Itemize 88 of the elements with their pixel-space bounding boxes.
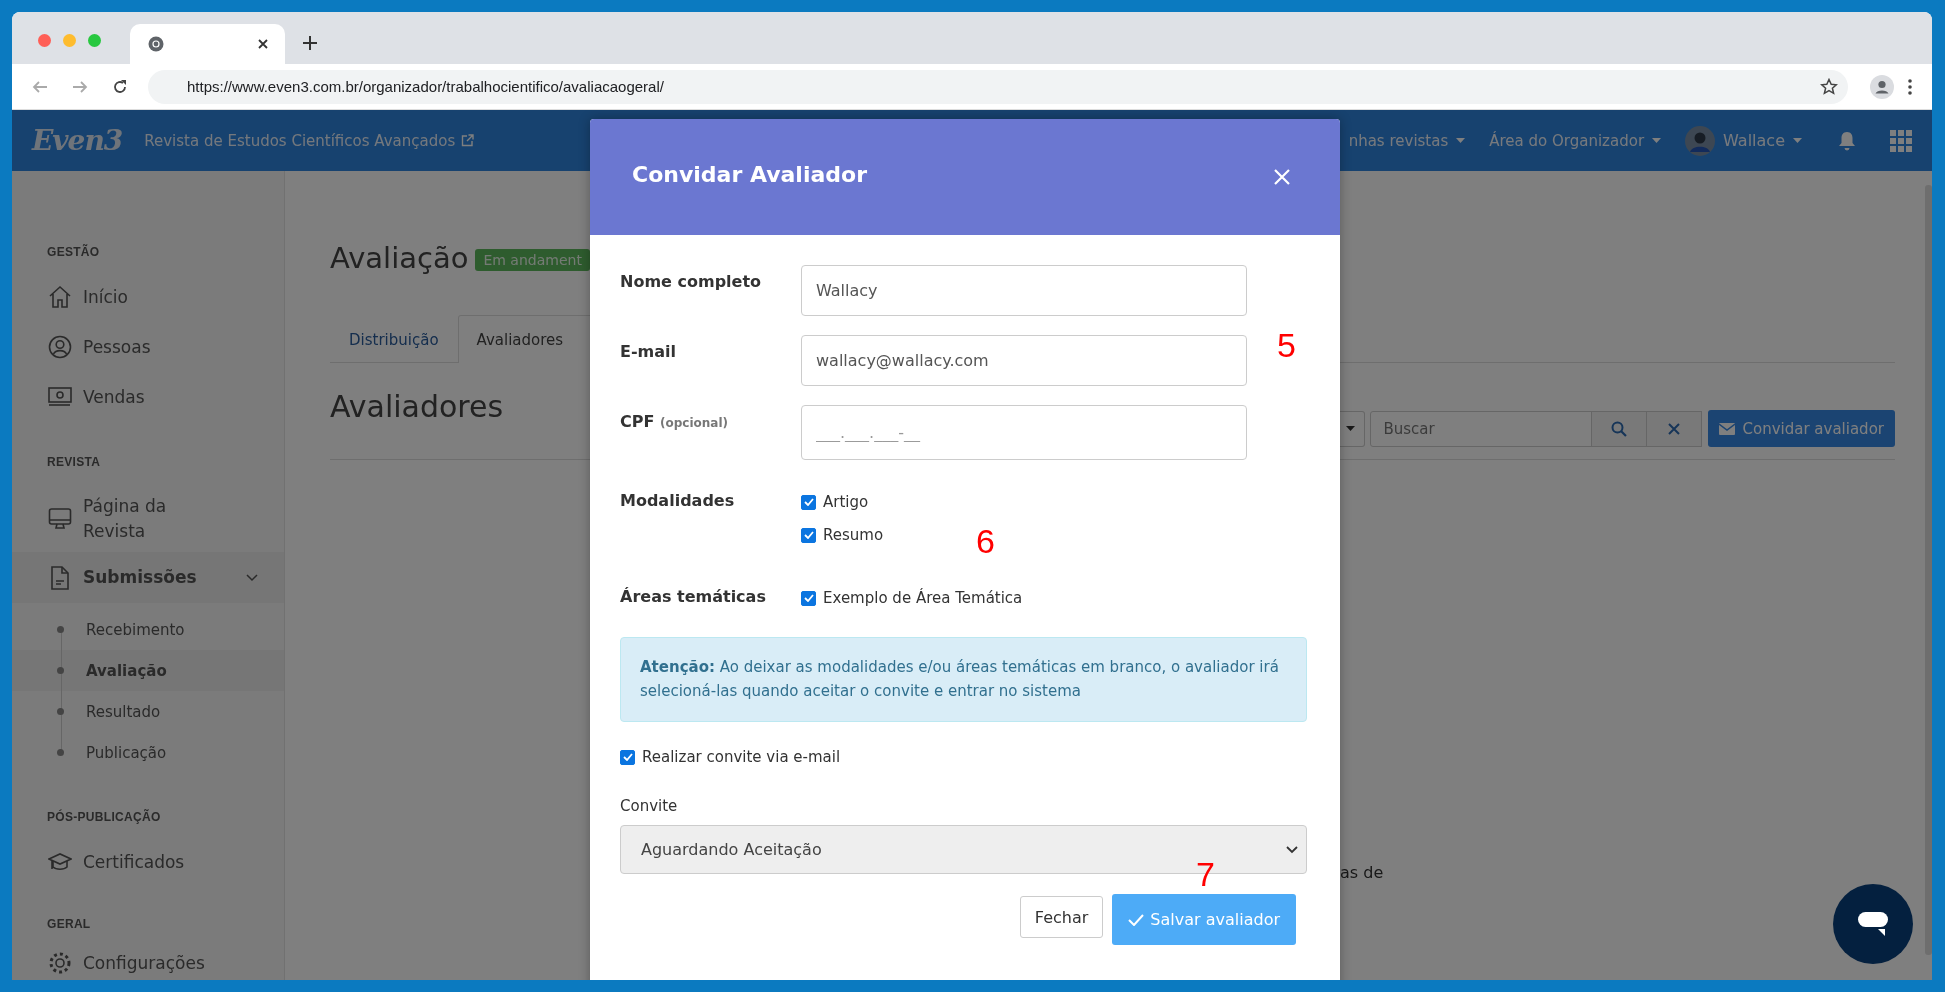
input-field[interactable]: Wallacy (801, 265, 1247, 316)
sidebar-item[interactable]: Início (12, 272, 284, 322)
close-button[interactable]: Fechar (1019, 896, 1104, 938)
menu-icon[interactable] (1908, 78, 1912, 95)
user-name: Wallace (1723, 131, 1785, 150)
banknote-icon (48, 385, 72, 409)
invite-button[interactable]: Convidar avaliador (1708, 410, 1895, 447)
address-field[interactable]: https://www.even3.com.br/organizador/trabalhocientifico/avaliacaogeral/ (148, 69, 1848, 104)
close-icon[interactable] (257, 38, 269, 50)
sidebar-subitem[interactable]: Recebimento (12, 609, 284, 650)
chat-bubble-icon (1858, 912, 1888, 936)
input-field[interactable]: ___.___.___-__ (801, 405, 1247, 460)
caret-icon (1793, 138, 1802, 143)
browser-tab[interactable] (130, 24, 285, 64)
star-icon[interactable] (1820, 77, 1838, 96)
check-icon (1128, 913, 1145, 926)
caret-icon (1346, 426, 1355, 431)
caret-icon (1456, 138, 1466, 143)
annotation-number: 6 (976, 524, 995, 558)
page-title: Avaliação (330, 241, 469, 275)
checkbox-label: Exemplo de Área Temática (823, 589, 1023, 607)
chevron-icon[interactable] (246, 573, 258, 582)
forward-icon[interactable] (72, 78, 88, 95)
status-badge: Em andament (475, 249, 590, 271)
url-text: https://www.even3.com.br/organizador/trabalhocientifico/avaliacaogeral/ (187, 78, 665, 95)
nav-menu[interactable]: Área do Organizador (1489, 131, 1662, 150)
sidebar-item[interactable]: Vendas (12, 372, 284, 422)
external-link-icon (461, 134, 475, 147)
sidebar-subitem[interactable]: Avaliação (12, 650, 284, 691)
save-button[interactable]: Salvar avaliador (1112, 894, 1296, 945)
clear-button[interactable] (1646, 410, 1703, 447)
checkbox[interactable] (801, 527, 816, 543)
field-label: Nome completo (620, 271, 763, 293)
checkbox-label: Realizar convite via e-mail (642, 748, 841, 766)
browser-logo-icon (148, 36, 164, 52)
annotation-number: 5 (1277, 328, 1296, 362)
body-text: as de (1340, 863, 1385, 882)
document-icon (48, 565, 72, 590)
field-label: Modalidades (620, 490, 736, 512)
sidebar-subitem[interactable]: Publicação (12, 732, 284, 773)
checkbox[interactable] (620, 749, 635, 765)
avatar (1685, 125, 1716, 156)
home-icon (48, 285, 72, 309)
sidebar-item[interactable]: Pessoas (12, 322, 284, 372)
section-heading: PÓS-PUBLICAÇÃO (46, 810, 162, 826)
sidebar-subitem[interactable]: Resultado (12, 691, 284, 732)
window-control-icon[interactable] (38, 34, 51, 47)
search-button[interactable] (1591, 410, 1648, 447)
chevron-icon (1286, 845, 1298, 854)
user-menu[interactable]: Wallace (1685, 125, 1802, 156)
section-title: Avaliadores (330, 389, 504, 424)
sidebar-item[interactable]: Configurações (12, 944, 284, 980)
gear-icon (48, 951, 72, 975)
checkbox-label: Resumo (823, 526, 884, 544)
profile-icon[interactable] (1870, 74, 1894, 99)
section-heading: GESTÃO (46, 245, 101, 261)
search-field[interactable]: Buscar (1370, 410, 1593, 447)
apps-grid-icon[interactable] (1890, 129, 1912, 152)
modal-title: Convidar Avaliador (632, 161, 867, 187)
journal-link[interactable]: Revista de Estudos Científicos Avançados (144, 131, 475, 150)
checkbox-label: Artigo (823, 493, 869, 511)
back-icon[interactable] (32, 78, 48, 95)
logo[interactable]: Even3 (32, 124, 123, 157)
caret-icon (1652, 138, 1662, 143)
scrollbar[interactable] (1925, 185, 1932, 955)
input-field[interactable]: wallacy@wallacy.com (801, 335, 1247, 386)
tab[interactable]: Distribuição (330, 316, 458, 363)
monitor-icon (48, 507, 72, 531)
checkbox[interactable] (801, 590, 816, 606)
field-label: Áreas temáticas (620, 586, 767, 607)
envelope-icon (1719, 422, 1736, 435)
section-heading: REVISTA (46, 455, 102, 471)
field-label: E-mail (620, 341, 677, 363)
sidebar-item[interactable]: Certificados (12, 837, 284, 887)
sidebar-item[interactable]: Página da Revista (12, 486, 284, 552)
plus-icon[interactable] (303, 36, 317, 50)
nav-menu[interactable]: nhas revistas (1348, 131, 1466, 150)
alert-message: Atenção: Ao deixar as modalidades e/ou áreas temáticas em branco, o avaliador irá selecioná-las quando aceitar o convite e entrar no sistema (620, 637, 1307, 722)
field-label: Convite (620, 797, 679, 815)
bell-icon[interactable] (1838, 130, 1856, 151)
search-icon (1611, 420, 1628, 437)
sidebar-item[interactable]: Submissões (12, 552, 284, 603)
reload-icon[interactable] (112, 78, 128, 95)
section-heading: GERAL (46, 917, 92, 933)
close-icon (1668, 422, 1681, 435)
field-label: CPF (opcional) (620, 411, 729, 433)
checkbox[interactable] (801, 494, 816, 510)
person-icon (48, 335, 72, 359)
